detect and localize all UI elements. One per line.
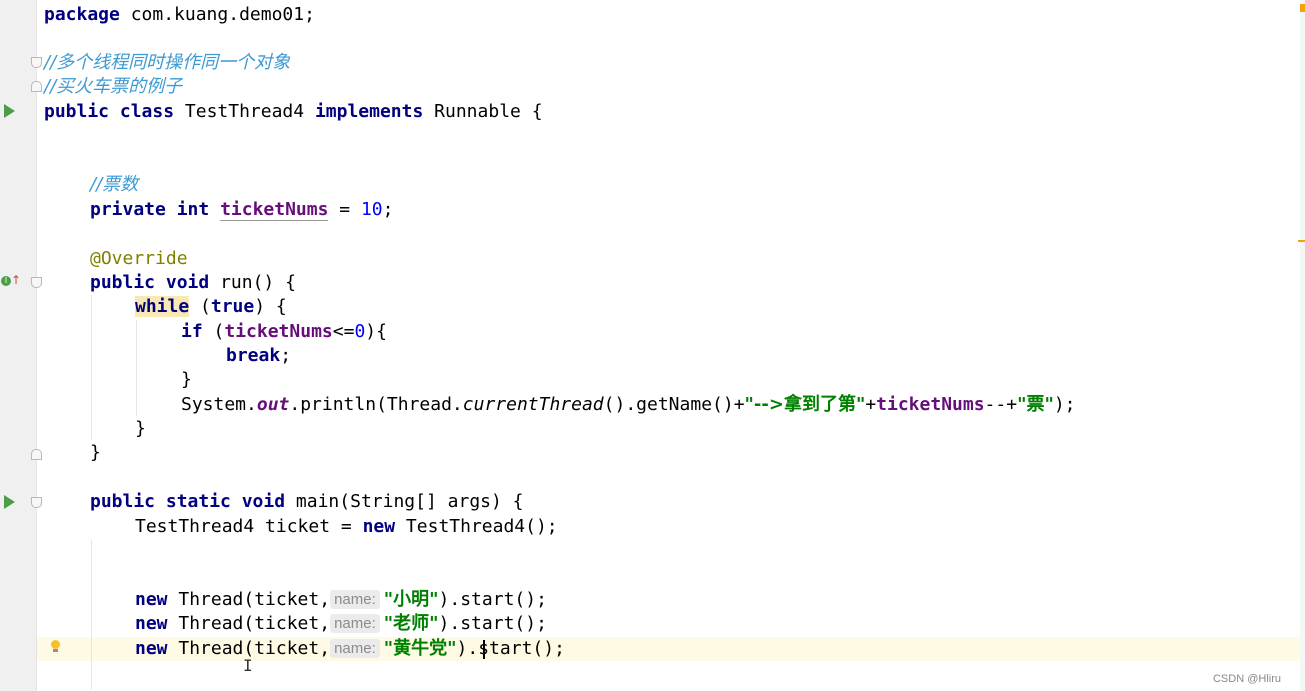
- code-line-class-decl: public class TestThread4 implements Runn…: [44, 101, 543, 122]
- code-line-comment: //票数: [90, 174, 139, 195]
- code-line-brace: }: [181, 369, 192, 390]
- code-editor[interactable]: package com.kuang.demo01; //多个线程同时操作同一个对…: [0, 0, 1300, 691]
- code-line-thread-start: new Thread(ticket, name: "黄牛党").start();: [135, 638, 565, 659]
- code-line-comment: //买火车票的例子: [44, 76, 183, 97]
- code-line-brace: }: [135, 418, 146, 439]
- code-line-thread-start: new Thread(ticket, name: "小明").start();: [135, 589, 547, 610]
- parameter-hint: name:: [330, 639, 380, 658]
- code-line-annotation: @Override: [90, 248, 188, 269]
- scrollbar-warning-marker[interactable]: [1298, 240, 1305, 242]
- watermark: CSDN @Hliru: [1212, 673, 1281, 685]
- code-line-run-decl: public void run() {: [90, 272, 296, 293]
- code-line-ticket-decl: TestThread4 ticket = new TestThread4();: [135, 516, 558, 537]
- code-line-brace: }: [90, 442, 101, 463]
- text-caret: [483, 640, 485, 659]
- code-line-comment: //多个线程同时操作同一个对象: [44, 52, 291, 73]
- code-line-main-decl: public static void main(String[] args) {: [90, 491, 524, 512]
- code-line-break: break;: [226, 345, 292, 366]
- code-line-while: while (true) {: [135, 296, 287, 317]
- code-line-field: private int ticketNums = 10;: [90, 199, 394, 221]
- parameter-hint: name:: [330, 590, 380, 609]
- code-line-println: System.out.println(Thread.currentThread(…: [181, 394, 1076, 415]
- code-line-thread-start: new Thread(ticket, name: "老师").start();: [135, 613, 547, 634]
- vertical-scrollbar[interactable]: [1300, 0, 1305, 691]
- parameter-hint: name:: [330, 614, 380, 633]
- text-cursor-icon: I: [243, 656, 253, 675]
- code-line-package: package com.kuang.demo01;: [44, 4, 315, 25]
- scrollbar-warning-marker[interactable]: [1300, 4, 1305, 12]
- code-line-if: if (ticketNums<=0){: [181, 321, 387, 342]
